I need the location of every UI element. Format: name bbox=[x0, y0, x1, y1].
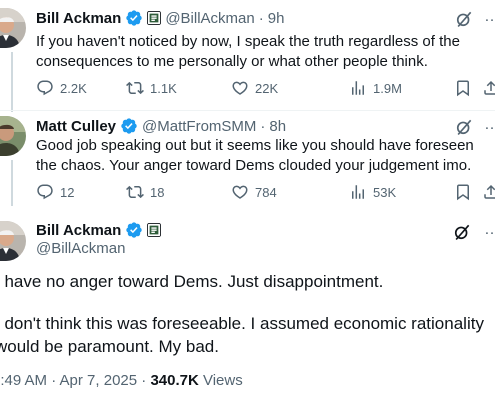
avatar[interactable] bbox=[0, 221, 26, 261]
avatar[interactable] bbox=[0, 8, 26, 48]
tweet-paragraph: I don't think this was foreseeable. I as… bbox=[0, 314, 484, 356]
views-total: 340.7K bbox=[150, 372, 199, 389]
more-icon[interactable]: … bbox=[484, 116, 495, 134]
tweet-header: Matt Culley @MattFromSMM · 8h bbox=[36, 117, 286, 135]
tweet-text: If you haven't noticed by now, I speak t… bbox=[36, 33, 460, 70]
tweet-time[interactable]: 9h bbox=[268, 10, 285, 27]
like-count: 784 bbox=[255, 184, 277, 200]
tweet-text: I have no anger toward Dems. Just disapp… bbox=[0, 270, 495, 358]
share-button[interactable] bbox=[482, 183, 495, 201]
views-icon bbox=[349, 79, 367, 97]
reply-icon bbox=[36, 79, 54, 97]
like-button[interactable]: 784 bbox=[231, 183, 277, 201]
views-button[interactable]: 1.9M bbox=[349, 79, 402, 97]
bookmark-button[interactable] bbox=[454, 79, 472, 97]
views-count: 1.9M bbox=[373, 80, 402, 96]
action-bar: 2.2K 1.1K 22K 1.9M bbox=[36, 79, 495, 97]
retweet-count: 1.1K bbox=[150, 80, 177, 96]
tweet-text: Good job speaking out but it seems like … bbox=[36, 137, 474, 174]
like-count: 22K bbox=[255, 80, 279, 96]
thread-line bbox=[11, 52, 13, 112]
reply-icon bbox=[36, 183, 54, 201]
like-icon bbox=[231, 79, 249, 97]
author-handle[interactable]: @BillAckman bbox=[165, 10, 254, 27]
like-button[interactable]: 22K bbox=[231, 79, 278, 97]
retweet-button[interactable]: 18 bbox=[126, 183, 164, 201]
action-bar: 12 18 784 53K bbox=[36, 183, 495, 201]
like-icon bbox=[231, 183, 249, 201]
views-count: 53K bbox=[373, 184, 397, 200]
views-button[interactable]: 53K bbox=[349, 183, 396, 201]
author-name[interactable]: Bill Ackman bbox=[36, 10, 121, 27]
bookmark-icon bbox=[454, 183, 472, 201]
tweet-paragraph: I have no anger toward Dems. Just disapp… bbox=[0, 272, 384, 291]
more-icon[interactable]: … bbox=[484, 8, 495, 26]
avatar[interactable] bbox=[0, 116, 26, 156]
affiliate-icon[interactable] bbox=[147, 11, 161, 25]
bookmark-button[interactable] bbox=[454, 183, 472, 201]
retweet-icon bbox=[126, 79, 144, 97]
author-name[interactable]: Matt Culley bbox=[36, 118, 116, 135]
bookmark-icon bbox=[454, 79, 472, 97]
tweet-timestamp: 3:49 AM · Apr 7, 2025 · 340.7K Views bbox=[0, 372, 243, 389]
retweet-count: 18 bbox=[150, 184, 165, 200]
verified-icon bbox=[125, 221, 143, 239]
share-icon bbox=[482, 79, 495, 97]
separator-dot: · bbox=[258, 9, 264, 27]
separator-dot: · bbox=[260, 117, 266, 135]
grok-icon[interactable] bbox=[454, 117, 474, 137]
author-handle[interactable]: @MattFromSMM bbox=[142, 118, 256, 135]
verified-icon bbox=[120, 117, 138, 135]
retweet-icon bbox=[126, 183, 144, 201]
share-button[interactable] bbox=[482, 79, 495, 97]
reply-count: 12 bbox=[60, 184, 75, 200]
tweet-header: Bill Ackman @BillAckman · 9h bbox=[36, 9, 284, 27]
author-handle[interactable]: @BillAckman bbox=[36, 240, 125, 257]
affiliate-icon[interactable] bbox=[147, 223, 161, 237]
verified-icon bbox=[125, 9, 143, 27]
retweet-button[interactable]: 1.1K bbox=[126, 79, 177, 97]
share-icon bbox=[482, 183, 495, 201]
author-name[interactable]: Bill Ackman bbox=[36, 222, 121, 239]
more-icon[interactable]: … bbox=[484, 221, 495, 239]
tweet-header: Bill Ackman bbox=[36, 221, 161, 239]
views-label: Views bbox=[202, 372, 243, 389]
grok-icon[interactable] bbox=[454, 9, 474, 29]
timestamp-text[interactable]: 3:49 AM · Apr 7, 2025 · bbox=[0, 372, 150, 389]
views-icon bbox=[349, 183, 367, 201]
grok-icon[interactable] bbox=[452, 222, 472, 242]
divider bbox=[0, 110, 495, 111]
tweet-time[interactable]: 8h bbox=[269, 118, 286, 135]
reply-count: 2.2K bbox=[60, 80, 87, 96]
thread-line bbox=[11, 160, 13, 206]
reply-button[interactable]: 12 bbox=[36, 183, 74, 201]
reply-button[interactable]: 2.2K bbox=[36, 79, 87, 97]
